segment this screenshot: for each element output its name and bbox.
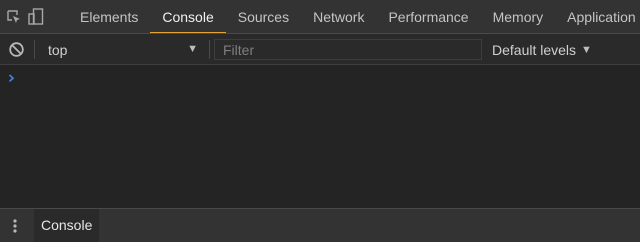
clear-console-glyph bbox=[9, 42, 24, 57]
tab-sources-label: Sources bbox=[237, 9, 290, 25]
tab-performance-label: Performance bbox=[388, 9, 469, 25]
log-levels-dropdown[interactable]: Default levels ▼ bbox=[492, 39, 592, 60]
drawer-tab-console[interactable]: Console bbox=[34, 209, 100, 242]
tab-network[interactable]: Network bbox=[301, 0, 376, 33]
context-value: top bbox=[48, 41, 68, 58]
inspect-element-icon[interactable] bbox=[6, 0, 22, 33]
tab-elements[interactable]: Elements bbox=[68, 0, 150, 33]
tab-memory-label: Memory bbox=[492, 9, 544, 25]
console-output[interactable] bbox=[0, 65, 640, 208]
context-selector[interactable]: top ▼ bbox=[40, 38, 204, 61]
drawer-tab-label: Console bbox=[41, 217, 93, 233]
prompt-glyph bbox=[8, 74, 15, 82]
console-toolbar: top ▼ Default levels ▼ bbox=[0, 34, 640, 65]
tab-application-label: Application bbox=[567, 9, 636, 25]
tab-elements-label: Elements bbox=[80, 9, 139, 25]
tab-network-label: Network bbox=[313, 9, 365, 25]
device-toolbar-glyph bbox=[28, 8, 44, 25]
more-vertical-icon[interactable] bbox=[8, 217, 22, 235]
chevron-down-icon: ▼ bbox=[187, 43, 198, 55]
tab-performance[interactable]: Performance bbox=[376, 0, 480, 33]
devtools-tabbar: Elements Console Sources Network Perform… bbox=[0, 0, 640, 34]
more-vertical-glyph bbox=[13, 219, 17, 233]
toolbar-separator bbox=[34, 40, 35, 59]
toolbar-separator bbox=[209, 40, 210, 59]
device-toolbar-icon[interactable] bbox=[28, 0, 44, 33]
drawer-tabbar: Console bbox=[0, 208, 640, 242]
filter-input[interactable] bbox=[214, 39, 482, 60]
tab-console-label: Console bbox=[162, 9, 214, 25]
inspect-element-glyph bbox=[7, 10, 20, 23]
clear-console-icon[interactable] bbox=[8, 41, 25, 58]
tab-sources[interactable]: Sources bbox=[226, 0, 301, 33]
chevron-right-icon bbox=[7, 71, 17, 85]
log-levels-label: Default levels bbox=[492, 41, 577, 58]
tab-application[interactable]: Application bbox=[555, 0, 640, 33]
tab-console[interactable]: Console bbox=[150, 0, 227, 33]
tab-memory[interactable]: Memory bbox=[481, 0, 556, 33]
chevron-down-icon: ▼ bbox=[581, 43, 592, 56]
